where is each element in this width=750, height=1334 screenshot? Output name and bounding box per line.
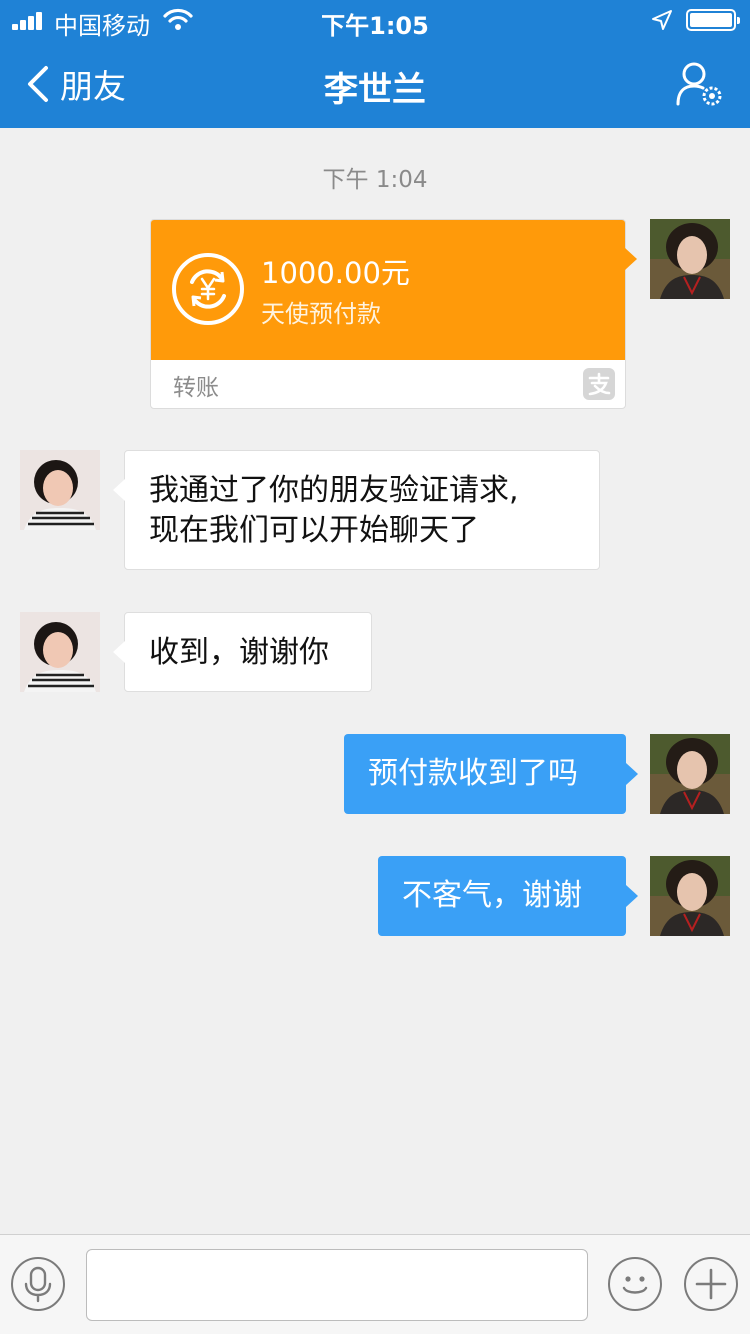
transfer-amount: 1000.00元 [261, 256, 410, 290]
contact-avatar[interactable] [20, 450, 100, 530]
contact-avatar-image [20, 450, 100, 530]
emoji-icon [622, 1276, 648, 1294]
transfer-card-body: 1000.00元 天使预付款 [151, 220, 637, 360]
plus-icon [695, 1268, 727, 1300]
voice-button[interactable] [11, 1257, 65, 1311]
location-arrow-icon [652, 10, 672, 30]
message-input[interactable] [86, 1249, 588, 1321]
message-text-line: 现在我们可以开始聊天了 [149, 513, 479, 548]
my-avatar-image [650, 856, 730, 936]
contact-avatar[interactable] [20, 612, 100, 692]
message-bubble[interactable]: 我通过了你的朋友验证请求, 现在我们可以开始聊天了 [113, 450, 600, 570]
message-bubble[interactable]: 收到，谢谢你 [113, 612, 372, 692]
more-button[interactable] [684, 1257, 738, 1311]
my-avatar[interactable] [650, 219, 730, 299]
status-bar: 中国移动 下午1:05 [0, 0, 750, 40]
page-title: 李世兰 [324, 70, 426, 110]
my-avatar[interactable] [650, 734, 730, 814]
message-text: 预付款收到了吗 [368, 756, 578, 791]
my-avatar[interactable] [650, 856, 730, 936]
message-text: 不客气，谢谢 [402, 878, 582, 913]
transfer-card[interactable]: 1000.00元 天使预付款 转账 [150, 219, 637, 409]
my-avatar-image [650, 734, 730, 814]
contact-settings-icon[interactable] [672, 60, 728, 110]
message-bubble[interactable]: 不客气，谢谢 [378, 856, 638, 936]
message-text-line: 我通过了你的朋友验证请求, [149, 473, 519, 508]
status-time: 下午1:05 [321, 12, 429, 40]
transfer-card-footer: 转账 [151, 360, 625, 408]
top-header: 中国移动 下午1:05 朋友 李世兰 [0, 0, 750, 128]
message-text: 收到，谢谢你 [149, 635, 329, 670]
alipay-icon [583, 368, 615, 400]
transfer-description: 天使预付款 [261, 300, 381, 328]
battery-icon [686, 9, 740, 31]
transfer-type-label: 转账 [173, 375, 219, 401]
my-avatar-image [650, 219, 730, 299]
yen-transfer-icon [172, 253, 244, 325]
emoji-button[interactable] [608, 1257, 662, 1311]
message-bubble[interactable]: 预付款收到了吗 [344, 734, 638, 814]
input-bar [0, 1234, 750, 1334]
message-timestamp: 下午 1:04 [322, 167, 428, 193]
contact-avatar-image [20, 612, 100, 692]
microphone-icon [24, 1266, 52, 1303]
